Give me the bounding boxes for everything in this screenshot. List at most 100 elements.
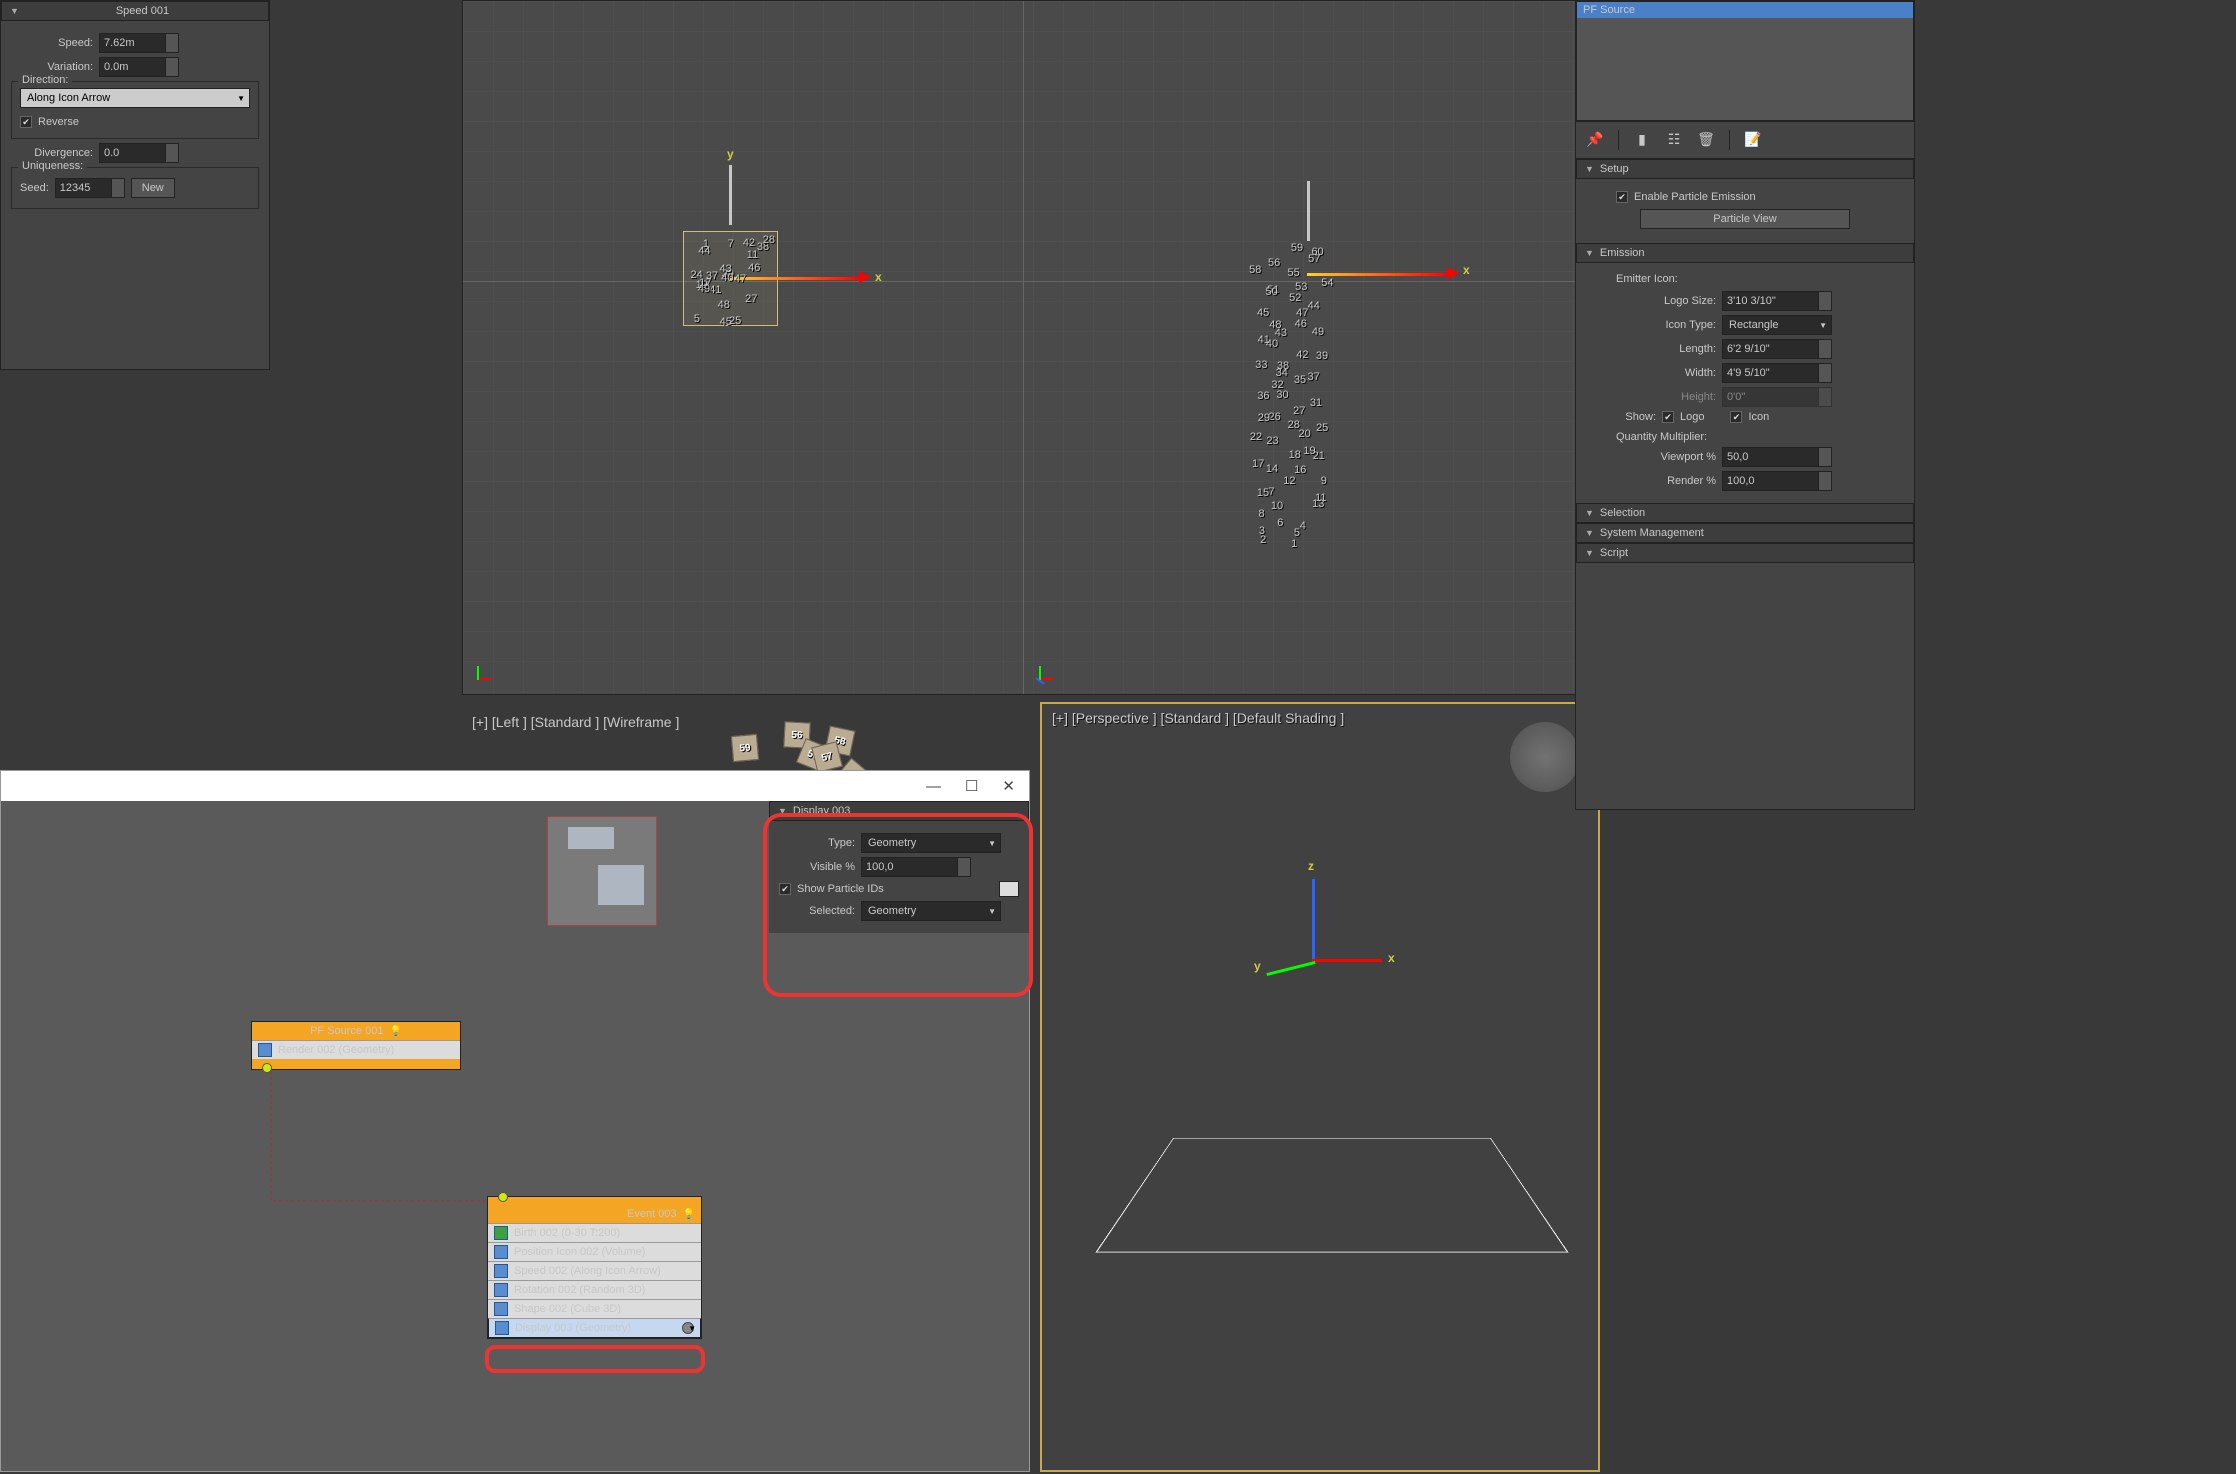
viewport-left-label[interactable]: [+] [Left ] [Standard ] [Wireframe ] xyxy=(472,714,679,730)
particle-cube: 59 xyxy=(731,734,759,762)
width-label: Width: xyxy=(1586,367,1716,379)
op-icon xyxy=(494,1283,508,1297)
variation-spinner[interactable]: 0.0m xyxy=(99,57,179,77)
minimize-icon[interactable]: — xyxy=(926,778,941,795)
speed-title[interactable]: Speed 001 xyxy=(1,1,269,21)
trash-icon[interactable]: 🗑 xyxy=(1697,130,1715,148)
viewport-persp-label[interactable]: [+] [Perspective ] [Standard ] [Default … xyxy=(1052,710,1344,726)
event-op[interactable]: Speed 002 (Along Icon Arrow) xyxy=(488,1261,701,1280)
direction-label: Direction: xyxy=(18,74,72,86)
show-label: Show: xyxy=(1586,411,1656,423)
divergence-label: Divergence: xyxy=(11,147,93,159)
selected-label: Selected: xyxy=(779,905,855,917)
display003-rollout[interactable]: Display 003 xyxy=(769,801,1029,821)
display-op-highlight xyxy=(485,1345,705,1373)
event-op[interactable]: Shape 002 (Cube 3D) xyxy=(488,1299,701,1318)
pf-source-head[interactable]: PF Source 001💡 xyxy=(252,1022,460,1040)
event-op[interactable]: Rotation 002 (Random 3D) xyxy=(488,1280,701,1299)
source-out[interactable] xyxy=(252,1059,460,1069)
bulb-icon xyxy=(682,1322,694,1334)
new-button[interactable]: New xyxy=(131,178,175,198)
emission-body: Emitter Icon: Logo Size:3'10 3/10" Icon … xyxy=(1576,263,1914,503)
icon-type-select[interactable]: Rectangle xyxy=(1722,315,1832,335)
viewport-top[interactable]: y x 374111394042464572738482414452847191… xyxy=(462,0,1597,695)
scene-list[interactable]: PF Source xyxy=(1576,1,1914,121)
scene-item-pfsource[interactable]: PF Source xyxy=(1577,2,1913,18)
show-ids-check[interactable] xyxy=(779,883,791,895)
type-label: Type: xyxy=(779,837,855,849)
event-node[interactable]: Event 003💡 Birth 002 (0-30 T:200)Positio… xyxy=(487,1196,702,1339)
reverse-label: Reverse xyxy=(38,116,79,128)
viewport-perspective[interactable]: [+] [Perspective ] [Standard ] [Default … xyxy=(1040,702,1600,1472)
direction-group: Direction: Along Icon Arrow Reverse xyxy=(11,81,259,139)
viewport-pct-spinner[interactable]: 50,0 xyxy=(1722,447,1832,467)
id-color-swatch[interactable] xyxy=(999,881,1019,897)
pv-titlebar[interactable]: — ☐ ✕ xyxy=(1,771,1029,801)
speed-spinner[interactable]: 7.62m xyxy=(99,33,179,53)
speed-label: Speed: xyxy=(11,37,93,49)
pin-icon[interactable]: 📌 xyxy=(1586,130,1604,148)
maximize-icon[interactable]: ☐ xyxy=(965,777,978,795)
render-op[interactable]: Render 002 (Geometry) xyxy=(252,1040,460,1059)
length-label: Length: xyxy=(1586,343,1716,355)
seed-spinner[interactable]: 12345 xyxy=(55,178,125,198)
visible-spinner[interactable]: 100,0 xyxy=(861,857,971,877)
visible-label: Visible % xyxy=(779,861,855,873)
emission-rollout[interactable]: Emission xyxy=(1576,243,1914,263)
color-icon[interactable]: ▮ xyxy=(1633,130,1651,148)
pf-source-node[interactable]: PF Source 001💡 Render 002 (Geometry) xyxy=(251,1021,461,1070)
wire xyxy=(261,1061,521,1221)
event-in[interactable] xyxy=(488,1197,701,1205)
op-icon xyxy=(494,1302,508,1316)
op-icon xyxy=(494,1226,508,1240)
direction-select[interactable]: Along Icon Arrow xyxy=(20,88,250,108)
gizmo-x xyxy=(1312,959,1382,962)
close-icon[interactable]: ✕ xyxy=(1002,777,1015,795)
axis-x2-label: x xyxy=(1463,263,1470,277)
uniqueness-label: Uniqueness: xyxy=(18,160,87,172)
reverse-check[interactable] xyxy=(20,116,32,128)
height-label: Height: xyxy=(1586,391,1716,403)
gizmo-x-label: x xyxy=(1388,951,1395,965)
preview-thumbnail[interactable] xyxy=(547,816,657,926)
selection-rollout[interactable]: Selection xyxy=(1576,503,1914,523)
width-spinner[interactable]: 4'9 5/10" xyxy=(1722,363,1832,383)
length-spinner[interactable]: 6'2 9/10" xyxy=(1722,339,1832,359)
particle-view-window: — ☐ ✕ PF Source 001💡 Render 002 (Geometr… xyxy=(0,770,1030,1472)
axis-x2-arrow xyxy=(1447,267,1459,279)
enable-emission-check[interactable] xyxy=(1616,191,1628,203)
script-rollout[interactable]: Script xyxy=(1576,543,1914,563)
particle-view-button[interactable]: Particle View xyxy=(1640,209,1850,229)
viewcube[interactable] xyxy=(1510,722,1580,792)
emitter-icon-label: Emitter Icon: xyxy=(1616,273,1904,285)
op-icon xyxy=(494,1245,508,1259)
event-op[interactable]: Birth 002 (0-30 T:200) xyxy=(488,1223,701,1242)
render-pct-spinner[interactable]: 100,0 xyxy=(1722,471,1832,491)
note-icon[interactable]: 📝 xyxy=(1744,130,1762,148)
emitter-rect xyxy=(1096,1138,1569,1252)
divergence-spinner[interactable]: 0.0 xyxy=(99,143,179,163)
op-icon xyxy=(494,1264,508,1278)
event-head[interactable]: Event 003💡 xyxy=(488,1205,701,1223)
logo-size-spinner[interactable]: 3'10 3/10" xyxy=(1722,291,1832,311)
event-op[interactable]: Display 003 (Geometry) xyxy=(488,1318,701,1338)
display003-panel: Display 003 Type: Geometry Visible % 100,0… xyxy=(769,801,1029,933)
sysman-rollout[interactable]: System Management xyxy=(1576,523,1914,543)
show-ids-label: Show Particle IDs xyxy=(797,883,884,895)
axis-x-arrow xyxy=(859,271,871,283)
stack-icon[interactable]: ☷ xyxy=(1665,130,1683,148)
gizmo-y-label: y xyxy=(1254,959,1261,973)
logo-check[interactable] xyxy=(1662,411,1674,423)
separator xyxy=(1729,130,1730,150)
panel-toolbar: 📌 ▮ ☷ 🗑 📝 xyxy=(1576,121,1914,159)
selected-select[interactable]: Geometry xyxy=(861,901,1001,921)
command-panel: PF Source 📌 ▮ ☷ 🗑 📝 Setup Enable Particl… xyxy=(1575,0,1915,810)
event-op[interactable]: Position Icon 002 (Volume) xyxy=(488,1242,701,1261)
particle-ids-right: 5960575658555453515052444745484649434140… xyxy=(1253,241,1383,561)
gizmo-y xyxy=(1266,961,1315,976)
axis-x-label: x xyxy=(875,270,882,284)
setup-rollout[interactable]: Setup xyxy=(1576,159,1914,179)
icon-check[interactable] xyxy=(1730,411,1742,423)
mini-axis-left xyxy=(473,658,499,684)
type-select[interactable]: Geometry xyxy=(861,833,1001,853)
